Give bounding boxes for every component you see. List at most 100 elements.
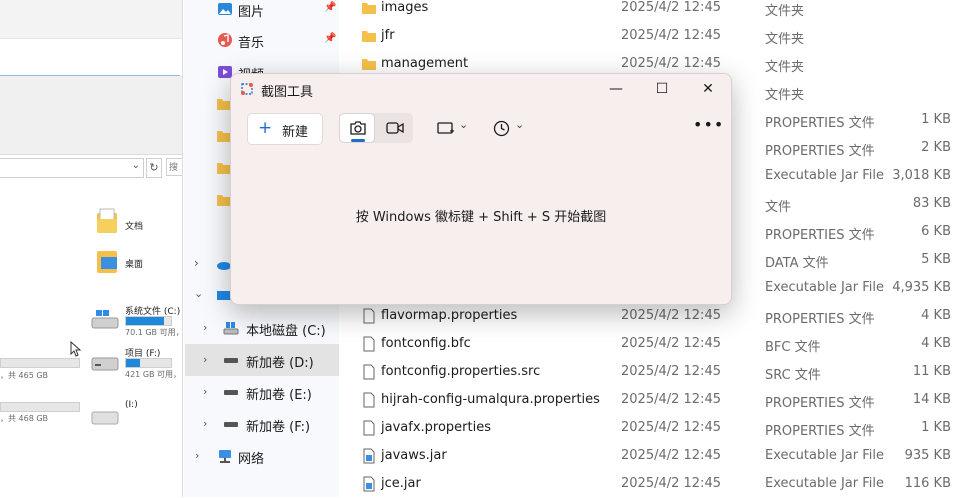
nav-item-drive-d[interactable]: › 新加卷 (D:) bbox=[185, 344, 339, 376]
file-size: 6 KB bbox=[921, 224, 951, 239]
drive-usage-bar bbox=[0, 402, 80, 412]
drive-usage-fill bbox=[126, 317, 165, 325]
chevron-down-icon: ⌄ bbox=[459, 118, 469, 131]
delay-dropdown[interactable]: ⌄ bbox=[493, 113, 533, 143]
desktop-folder-icon bbox=[97, 251, 117, 273]
video-mode-button[interactable] bbox=[377, 113, 413, 143]
documents-folder-icon bbox=[97, 208, 117, 233]
window-edge bbox=[182, 0, 183, 497]
rectangle-snip-icon bbox=[437, 122, 454, 134]
close-button[interactable]: ✕ bbox=[685, 74, 731, 104]
file-row[interactable]: fontconfig.properties.src 2025/4/2 12:45 S… bbox=[339, 358, 979, 386]
screenshot-mode-button[interactable] bbox=[339, 113, 375, 143]
file-type: 文件夹 bbox=[765, 60, 805, 75]
background-search-input[interactable]: 搜 bbox=[166, 158, 183, 176]
chevron-right-icon[interactable]: › bbox=[203, 321, 207, 334]
folder-icon bbox=[217, 195, 231, 206]
file-size: 14 KB bbox=[912, 392, 951, 407]
nav-item-label: 新加卷 (D:) bbox=[246, 356, 314, 371]
folder-icon bbox=[362, 59, 376, 70]
chevron-down-icon[interactable]: ⌄ bbox=[194, 287, 203, 300]
file-row[interactable]: javaws.jar 2025/4/2 12:45 Executable Jar F… bbox=[339, 442, 979, 470]
new-snip-button[interactable]: + 新建 bbox=[247, 113, 323, 145]
drive-usage-bar bbox=[125, 316, 172, 326]
drive-usage-bar bbox=[125, 358, 172, 368]
file-row[interactable]: flavormap.properties 2025/4/2 12:45 PROPER… bbox=[339, 302, 979, 330]
chevron-right-icon[interactable]: › bbox=[195, 449, 199, 462]
background-explorer-window: ⌄ ↻ 搜 文档 桌面 系统文件 (C:) 70.1 GB 可用， 项目 (F:… bbox=[0, 0, 184, 497]
file-date: 2025/4/2 12:45 bbox=[621, 476, 721, 491]
file-name: javafx.properties bbox=[381, 420, 491, 435]
nav-item-drive-e[interactable]: › 新加卷 (E:) bbox=[185, 376, 339, 408]
file-row[interactable]: fontconfig.bfc 2025/4/2 12:45 BFC 文件 4 KB bbox=[339, 330, 979, 358]
onedrive-icon bbox=[217, 262, 231, 270]
file-row[interactable]: images 2025/4/2 12:45 文件夹 bbox=[339, 0, 979, 22]
snipping-tool-window[interactable]: 截图工具 — ☐ ✕ + 新建 ⌄ ⌄ ••• 按 Windows 徽标键 + … bbox=[230, 73, 732, 305]
drive-usage-fill bbox=[126, 359, 140, 367]
snipping-tool-app-icon bbox=[241, 83, 253, 95]
chevron-down-icon[interactable]: ⌄ bbox=[132, 160, 140, 171]
minimize-button[interactable]: — bbox=[593, 74, 639, 104]
file-type: PROPERTIES 文件 bbox=[765, 424, 875, 439]
file-size: 2 KB bbox=[921, 140, 951, 155]
pin-icon[interactable]: 📌 bbox=[324, 2, 336, 13]
file-date: 2025/4/2 12:45 bbox=[621, 420, 721, 435]
snip-shape-dropdown[interactable]: ⌄ bbox=[435, 113, 475, 143]
quick-access-desktop[interactable]: 桌面 bbox=[95, 245, 155, 285]
file-size: 11 KB bbox=[912, 364, 951, 379]
refresh-button[interactable]: ↻ bbox=[146, 158, 162, 178]
file-type: 文件 bbox=[765, 200, 792, 215]
file-type: PROPERTIES 文件 bbox=[765, 228, 875, 243]
file-type: Executable Jar File bbox=[765, 476, 884, 491]
jar-icon bbox=[363, 476, 375, 492]
file-size: 4 KB bbox=[921, 308, 951, 323]
file-size: 5 KB bbox=[921, 252, 951, 267]
background-address-bar[interactable]: ⌄ bbox=[0, 158, 144, 178]
drive-icon bbox=[224, 390, 238, 395]
file-type: 文件夹 bbox=[765, 88, 805, 103]
nav-item-label: 图片 bbox=[238, 5, 265, 20]
file-icon bbox=[363, 364, 375, 380]
video-camera-icon bbox=[386, 122, 404, 134]
plus-icon: + bbox=[258, 118, 273, 138]
snip-instruction: 按 Windows 徽标键 + Shift + S 开始截图 bbox=[355, 210, 607, 225]
nav-item-music[interactable]: 音乐 📌 bbox=[185, 24, 339, 56]
file-date: 2025/4/2 12:45 bbox=[621, 392, 721, 407]
file-row[interactable]: jfr 2025/4/2 12:45 文件夹 bbox=[339, 22, 979, 50]
file-name: jfr bbox=[381, 28, 395, 43]
drive-icon bbox=[224, 358, 238, 363]
chevron-right-icon[interactable]: › bbox=[203, 353, 207, 366]
chevron-right-icon[interactable]: › bbox=[194, 256, 199, 270]
nav-item-drive-c[interactable]: › 本地磁盘 (C:) bbox=[185, 312, 339, 344]
file-icon bbox=[363, 420, 375, 436]
nav-item-network[interactable]: › 网络 bbox=[185, 440, 339, 472]
file-size: 1 KB bbox=[921, 420, 951, 435]
folder-icon bbox=[217, 99, 231, 110]
chevron-right-icon[interactable]: › bbox=[203, 417, 207, 430]
camera-icon bbox=[350, 121, 366, 135]
quick-access-label: 文档 bbox=[125, 222, 144, 232]
maximize-button[interactable]: ☐ bbox=[639, 74, 685, 104]
file-type: DATA 文件 bbox=[765, 256, 829, 271]
file-row[interactable]: hijrah-config-umalqura.properties 2025/4/… bbox=[339, 386, 979, 414]
nav-item-pictures[interactable]: 图片 📌 bbox=[185, 0, 339, 25]
file-type: Executable Jar File bbox=[765, 280, 884, 295]
pictures-icon bbox=[218, 3, 232, 15]
capture-mode-toggle[interactable] bbox=[339, 113, 413, 143]
file-icon bbox=[363, 308, 375, 324]
file-row[interactable]: javafx.properties 2025/4/2 12:45 PROPERTIE… bbox=[339, 414, 979, 442]
nav-item-drive-f[interactable]: › 新加卷 (F:) bbox=[185, 408, 339, 440]
quick-access-documents[interactable]: 文档 bbox=[95, 207, 155, 247]
drive-total-text: ，共 468 GB bbox=[0, 414, 49, 423]
file-size: 3,018 KB bbox=[892, 168, 951, 183]
pin-icon[interactable]: 📌 bbox=[324, 33, 336, 44]
file-type: 文件夹 bbox=[765, 32, 805, 47]
file-size: 4 KB bbox=[921, 336, 951, 351]
drive-free-space: 70.1 GB 可用， bbox=[125, 328, 184, 337]
background-ribbon-strip bbox=[0, 38, 183, 77]
window-title: 截图工具 bbox=[261, 85, 314, 100]
chevron-right-icon[interactable]: › bbox=[203, 385, 207, 398]
more-options-icon[interactable]: ••• bbox=[693, 115, 724, 134]
background-title-strip bbox=[0, 0, 183, 38]
file-row[interactable]: jce.jar 2025/4/2 12:45 Executable Jar File… bbox=[339, 470, 979, 498]
